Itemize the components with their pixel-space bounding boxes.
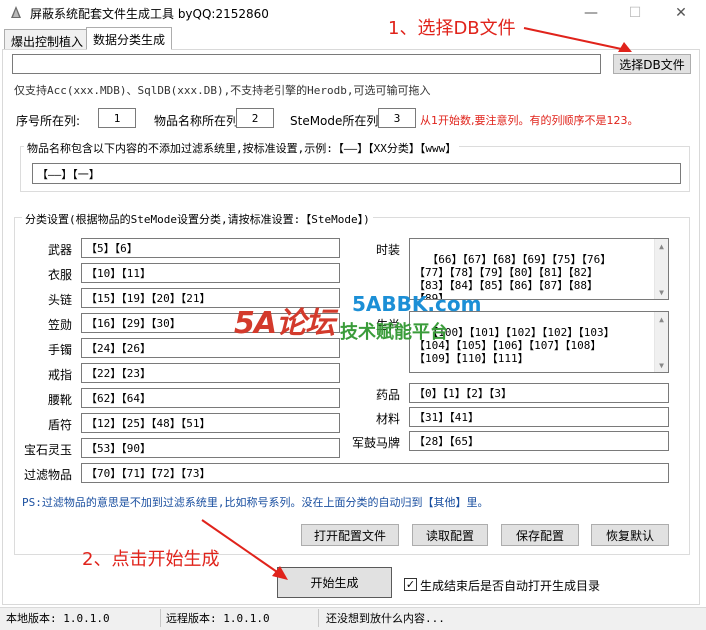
open-config-button[interactable]: 打开配置文件 xyxy=(301,524,399,546)
maximize-button[interactable]: ☐ xyxy=(612,0,658,26)
scroll-up-icon[interactable]: ▲ xyxy=(655,239,668,253)
scroll-down-icon[interactable]: ▼ xyxy=(655,285,668,299)
status-divider xyxy=(318,609,319,627)
scroll-up-icon[interactable]: ▲ xyxy=(655,312,668,326)
filtered-items-label: 过滤物品 xyxy=(24,468,73,482)
name-column-label: 物品名称所在列: xyxy=(154,114,243,128)
category-weapon-input[interactable]: 【5】【6】 xyxy=(81,238,340,258)
category-clothes-label: 衣服 xyxy=(47,268,72,282)
category-drum-horse-label: 军鼓马牌 xyxy=(351,436,400,450)
local-version: 本地版本: 1.0.1.0 xyxy=(6,612,110,625)
auto-open-checkbox-label[interactable]: 生成结束后是否自动打开生成目录 xyxy=(420,577,600,594)
category-necklace-input[interactable]: 【15】【19】【20】【21】 xyxy=(81,288,340,308)
category-zodiac-label: 生肖 xyxy=(375,318,400,332)
category-material-label: 材料 xyxy=(375,412,400,426)
category-medal-input[interactable]: 【16】【29】【30】 xyxy=(81,313,340,333)
category-zodiac-value: 【100】【101】【102】【102】【103】 【104】【105】【106… xyxy=(414,326,615,365)
filtered-items-input[interactable]: 【70】【71】【72】【73】 xyxy=(81,463,669,483)
category-bracelet-label: 手镯 xyxy=(47,343,72,357)
category-belt-boots-label: 腰靴 xyxy=(47,393,72,407)
status-divider xyxy=(160,609,161,627)
index-column-label: 序号所在列: xyxy=(16,114,81,128)
tab-data-category[interactable]: 数据分类生成 xyxy=(86,27,173,50)
ps-note: PS:过滤物品的意思是不加到过滤系统里,比如称号系列。没在上面分类的自动归到【其… xyxy=(22,496,489,509)
step1-arrow-icon xyxy=(523,27,632,52)
read-config-button[interactable]: 读取配置 xyxy=(412,524,488,546)
scroll-down-icon[interactable]: ▼ xyxy=(655,358,668,372)
app-icon xyxy=(11,6,21,18)
category-clothes-input[interactable]: 【10】【11】 xyxy=(81,263,340,283)
step1-annotation: 1、选择DB文件 xyxy=(388,18,516,39)
category-shield-input[interactable]: 【12】【25】【48】【51】 xyxy=(81,413,340,433)
category-necklace-label: 头链 xyxy=(47,293,72,307)
index-column-input[interactable] xyxy=(98,108,136,128)
minimize-button[interactable]: — xyxy=(568,0,614,26)
category-gem-label: 宝石灵玉 xyxy=(23,443,72,457)
tab-drop-control[interactable]: 爆出控制植入 xyxy=(4,29,91,50)
category-fashion-input[interactable]: 【66】【67】【68】【69】【75】【76】 【77】【78】【79】【80… xyxy=(409,238,669,300)
close-button[interactable]: ✕ xyxy=(658,0,704,26)
name-column-input[interactable] xyxy=(236,108,274,128)
category-zodiac-input[interactable]: 【100】【101】【102】【102】【103】 【104】【105】【106… xyxy=(409,311,669,373)
window-title: 屏蔽系统配套文件生成工具 byQQ:2152860 xyxy=(30,7,269,21)
category-medal-label: 笠勋 xyxy=(47,318,72,332)
category-legend: 分类设置(根据物品的SteMode设置分类,请按标准设置:【SteMode】) xyxy=(22,211,373,227)
category-potion-label: 药品 xyxy=(375,388,400,402)
status-message: 还没想到放什么内容... xyxy=(326,612,445,625)
category-bracelet-input[interactable]: 【24】【26】 xyxy=(81,338,340,358)
column-order-warning: 从1开始数,要注意列。有的列顺序不是123。 xyxy=(420,114,639,127)
category-ring-input[interactable]: 【22】【23】 xyxy=(81,363,340,383)
db-support-hint: 仅支持Acc(xxx.MDB)、SqlDB(xxx.DB),不支持老引擎的Her… xyxy=(14,84,431,97)
category-potion-input[interactable]: 【0】【1】【2】【3】 xyxy=(409,383,669,403)
category-drum-horse-input[interactable]: 【28】【65】 xyxy=(409,431,669,451)
category-weapon-label: 武器 xyxy=(47,243,72,257)
db-path-input[interactable] xyxy=(12,54,601,74)
select-db-button[interactable]: 选择DB文件 xyxy=(613,54,691,74)
zodiac-scrollbar[interactable]: ▲ ▼ xyxy=(654,312,668,372)
save-config-button[interactable]: 保存配置 xyxy=(501,524,579,546)
category-ring-label: 戒指 xyxy=(47,368,72,382)
remote-version: 远程版本: 1.0.1.0 xyxy=(166,612,270,625)
category-gem-input[interactable]: 【53】【90】 xyxy=(81,438,340,458)
stdmode-column-input[interactable] xyxy=(378,108,416,128)
category-shield-label: 盾符 xyxy=(47,418,72,432)
stdmode-column-label: SteMode所在列: xyxy=(290,114,383,128)
name-filter-legend: 物品名称包含以下内容的不添加过滤系统里,按标准设置,示例:【——】【XX分类】【… xyxy=(24,140,460,156)
auto-open-checkbox[interactable]: ✓ xyxy=(404,578,417,591)
fashion-scrollbar[interactable]: ▲ ▼ xyxy=(654,239,668,299)
category-material-input[interactable]: 【31】【41】 xyxy=(409,407,669,427)
restore-default-button[interactable]: 恢复默认 xyxy=(591,524,669,546)
step2-arrow-icon xyxy=(201,519,288,580)
name-filter-value: 【——】【一】 xyxy=(37,167,100,181)
category-belt-boots-input[interactable]: 【62】【64】 xyxy=(81,388,340,408)
name-filter-input[interactable]: 【——】【一】 xyxy=(32,163,681,184)
category-fashion-value: 【66】【67】【68】【69】【75】【76】 【77】【78】【79】【80… xyxy=(414,253,612,300)
category-fashion-label: 时装 xyxy=(375,243,400,257)
